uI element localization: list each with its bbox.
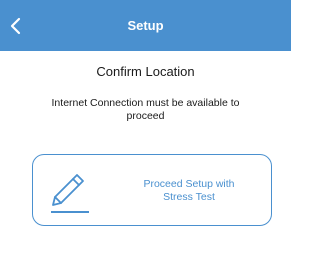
internet-connection-note: Internet Connection must be available to… [51, 97, 240, 122]
page-title: Setup [127, 18, 164, 33]
chevron-left-icon [9, 17, 23, 35]
proceed-setup-label: Proceed Setup with Stress Test [115, 178, 263, 204]
confirm-location-heading: Confirm Location [96, 64, 195, 79]
back-button[interactable] [0, 0, 32, 51]
proceed-setup-stress-test-button[interactable]: Proceed Setup with Stress Test [32, 154, 272, 226]
proceed-setup-label-line1: Proceed Setup with [143, 178, 235, 190]
app-bar: Setup [0, 0, 291, 51]
proceed-setup-label-line2: Stress Test [163, 191, 215, 203]
pencil-edit-icon [47, 168, 93, 214]
